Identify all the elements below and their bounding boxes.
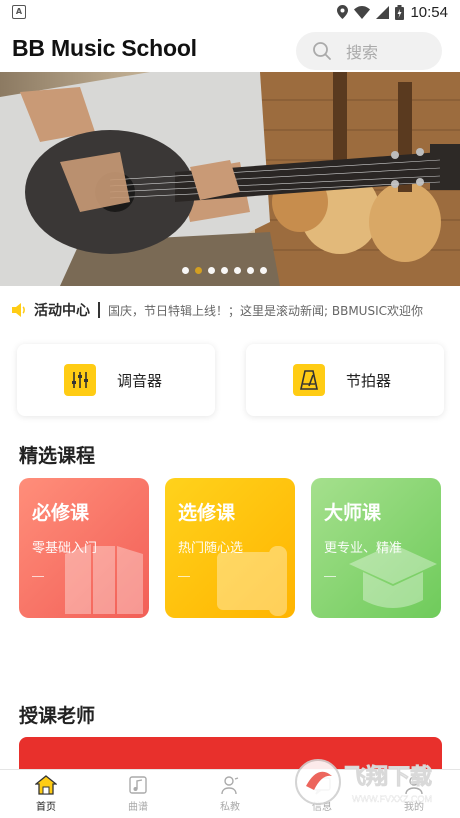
- tuner-button[interactable]: 调音器: [17, 344, 215, 416]
- tuner-label: 调音器: [117, 371, 163, 390]
- banner-carousel[interactable]: [0, 72, 460, 286]
- carousel-indicator: [182, 267, 267, 274]
- status-icons: 10:54: [337, 4, 448, 21]
- search-icon: [313, 42, 331, 60]
- watermark-url: WWW.FVXXZ.COM: [352, 794, 432, 804]
- watermark-text: 飞翔下载: [344, 764, 432, 790]
- nav-label: 曲谱: [128, 802, 148, 813]
- battery-icon: [395, 4, 405, 20]
- course-divider: [324, 576, 336, 577]
- app-title: BB Music School: [12, 34, 197, 61]
- status-time: 10:54: [410, 3, 448, 21]
- notice-scroll-text: 国庆，节日特辑上线！；这里是滚动新闻; BBMUSIC欢迎你: [108, 303, 423, 318]
- carousel-dot[interactable]: [247, 267, 254, 274]
- metronome-icon: [293, 364, 325, 396]
- signal-icon: [376, 5, 390, 19]
- course-card-elective[interactable]: 选修课 热门随心选: [165, 478, 295, 618]
- nav-item-tutor[interactable]: 私教: [184, 770, 276, 818]
- course-name: 大师课: [324, 502, 382, 524]
- watermark-logo: 飞翔下载 WWW.FVXXZ.COM: [295, 759, 432, 805]
- app-header: BB Music School 搜索: [0, 24, 460, 72]
- carousel-dot[interactable]: [182, 267, 189, 274]
- course-card-master[interactable]: 大师课 更专业、精准: [311, 478, 441, 618]
- search-placeholder: 搜索: [346, 43, 379, 62]
- tuner-icon: [64, 364, 96, 396]
- search-input[interactable]: 搜索: [296, 32, 442, 70]
- notification-a-icon: A: [12, 5, 26, 19]
- notice-bar[interactable]: 活动中心 国庆，节日特辑上线！；这里是滚动新闻; BBMUSIC欢迎你: [0, 294, 460, 326]
- sheet-music-icon: [129, 776, 147, 794]
- nav-label: 首页: [36, 802, 56, 813]
- carousel-dot[interactable]: [221, 267, 228, 274]
- nav-label: 私教: [220, 802, 240, 813]
- book-icon: [65, 544, 143, 614]
- carousel-dot[interactable]: [195, 267, 202, 274]
- notice-title: 活动中心: [34, 303, 90, 319]
- nav-item-sheet-music[interactable]: 曲谱: [92, 770, 184, 818]
- wifi-icon: [354, 5, 371, 19]
- banner-image: [0, 72, 460, 286]
- carousel-dot[interactable]: [234, 267, 241, 274]
- speaker-icon: [12, 303, 25, 317]
- tutor-icon: [221, 776, 239, 795]
- nav-item-home[interactable]: 首页: [0, 770, 92, 818]
- carousel-dot[interactable]: [208, 267, 215, 274]
- course-card-required[interactable]: 必修课 零基础入门: [19, 478, 149, 618]
- teachers-section-title: 授课老师: [19, 705, 96, 727]
- status-bar: A 10:54: [0, 0, 460, 24]
- metronome-button[interactable]: 节拍器: [246, 344, 444, 416]
- graduation-cap-icon: [349, 544, 437, 608]
- courses-section-title: 精选课程: [19, 445, 96, 467]
- location-icon: [337, 5, 349, 19]
- notice-divider: [98, 302, 100, 318]
- metronome-label: 节拍器: [346, 371, 392, 390]
- course-name: 选修课: [178, 502, 236, 524]
- course-name: 必修课: [32, 502, 90, 524]
- carousel-dot[interactable]: [260, 267, 267, 274]
- course-divider: [32, 576, 44, 577]
- scroll-icon: [217, 546, 287, 616]
- course-divider: [178, 576, 190, 577]
- home-icon: [35, 775, 57, 795]
